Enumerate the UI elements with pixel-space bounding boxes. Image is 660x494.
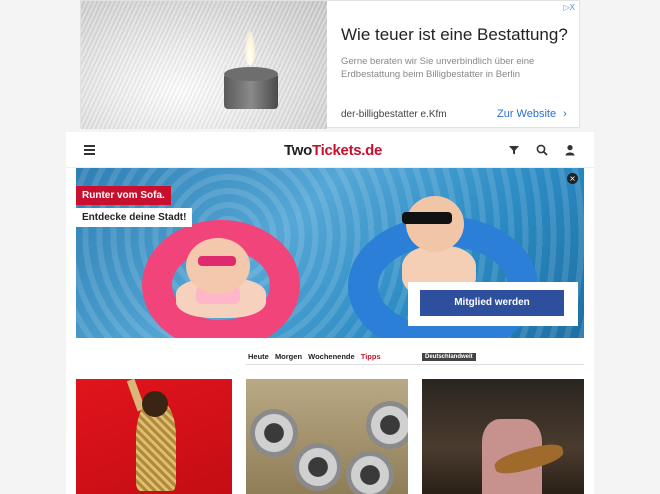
- search-icon[interactable]: [536, 144, 548, 156]
- chevron-right-icon: ›: [563, 108, 567, 120]
- hero-tag-city: Entdecke deine Stadt!: [76, 208, 193, 227]
- tab-tips[interactable]: Tipps: [361, 352, 381, 361]
- dancer-head: [142, 391, 168, 417]
- ad-cta-link[interactable]: Zur Website ›: [497, 108, 567, 120]
- minion-goggle: [366, 401, 408, 449]
- ad-image-fur: [81, 1, 327, 129]
- site-logo[interactable]: TwoTickets.de: [284, 142, 382, 159]
- pink-sunglasses: [198, 256, 236, 266]
- ad-sponsor: der-billigbestatter e.Kfm: [341, 109, 447, 120]
- minion-goggle: [294, 443, 342, 491]
- event-card-party[interactable]: [76, 379, 232, 494]
- hero-banner[interactable]: Runter vom Sofa. Entdecke deine Stadt! ×…: [76, 168, 584, 338]
- day-filter-nav: Heute Morgen Wochenende Tipps: [248, 352, 385, 361]
- ad-banner[interactable]: ▷X Wie teuer ist eine Bestattung? Gerne …: [80, 0, 580, 129]
- adchoices-icon[interactable]: ▷X: [564, 3, 576, 12]
- ad-description: Gerne beraten wir Sie unverbindlich über…: [341, 56, 535, 80]
- minion-goggle: [250, 409, 298, 457]
- tab-weekend[interactable]: Wochenende: [308, 352, 355, 361]
- hero-cta-box: Mitglied werden: [408, 282, 578, 326]
- tab-tomorrow[interactable]: Morgen: [275, 352, 302, 361]
- close-icon[interactable]: ×: [567, 173, 578, 184]
- event-card-minions[interactable]: [246, 379, 408, 494]
- logo-part-two: Two: [284, 142, 312, 159]
- minion-goggle: [346, 451, 394, 494]
- logo-part-tickets: Tickets.de: [311, 142, 383, 159]
- filter-icon[interactable]: [508, 144, 520, 156]
- tab-today[interactable]: Heute: [248, 352, 269, 361]
- menu-icon[interactable]: [84, 145, 95, 155]
- join-button[interactable]: Mitglied werden: [420, 290, 564, 316]
- region-badge[interactable]: Deutschlandweit: [422, 353, 476, 361]
- ad-cta-label: Zur Website: [497, 108, 557, 120]
- ad-title[interactable]: Wie teuer ist eine Bestattung?: [341, 25, 568, 45]
- candle-top-shape: [224, 67, 278, 81]
- hero-tag-sofa: Runter vom Sofa.: [76, 186, 171, 205]
- site-header: TwoTickets.de: [66, 132, 594, 168]
- site-container: TwoTickets.de Runter vom Sofa. Entdecke …: [66, 132, 594, 494]
- user-icon[interactable]: [564, 144, 576, 156]
- event-card-concert[interactable]: [422, 379, 584, 494]
- ad-image-candle[interactable]: [81, 1, 327, 129]
- nav-divider: [246, 364, 584, 365]
- baby-boy-head: [406, 196, 464, 252]
- baby-girl-head: [186, 238, 250, 294]
- black-sunglasses: [402, 212, 452, 224]
